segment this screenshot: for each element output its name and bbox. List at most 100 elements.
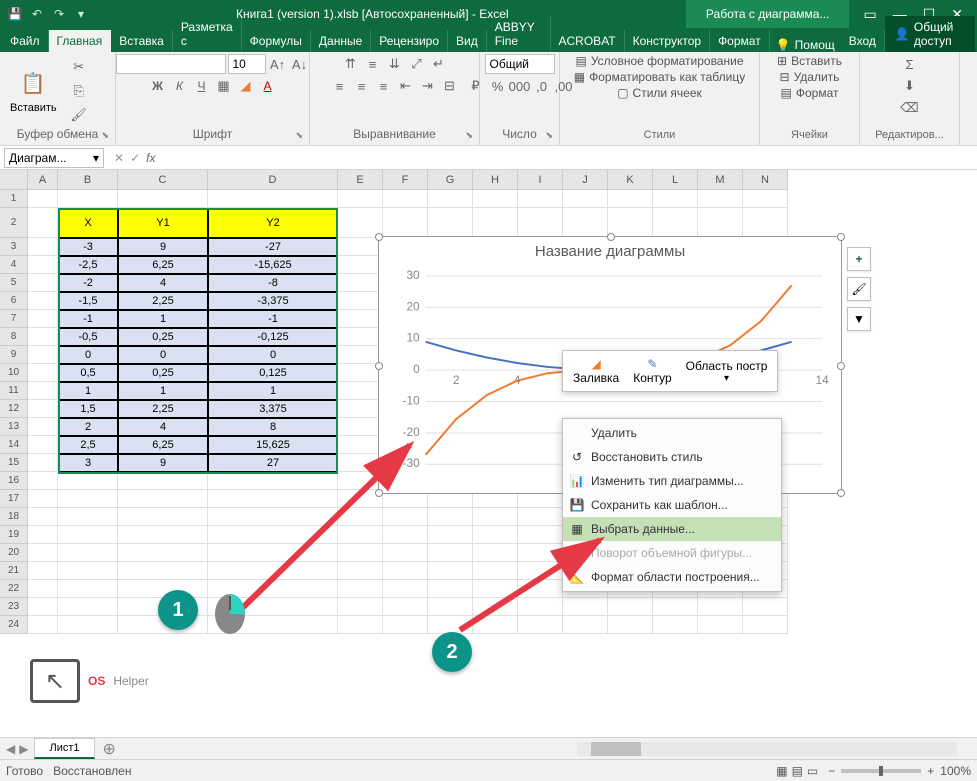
cell[interactable] [58,508,118,526]
cell[interactable] [118,508,208,526]
row-header[interactable]: 10 [0,364,28,382]
cell[interactable] [58,544,118,562]
font-color-icon[interactable]: A [258,76,278,96]
grid-area[interactable]: ABCDEFGHIJKLMN 1234567891011121314151617… [0,170,977,725]
row-header[interactable]: 1 [0,190,28,208]
font-name-combo[interactable] [116,54,226,74]
orientation-icon[interactable]: ⤢ [407,54,427,74]
row-header[interactable]: 3 [0,238,28,256]
cm-save-template[interactable]: 💾Сохранить как шаблон... [563,493,781,517]
cell[interactable]: 0,25 [118,364,208,382]
cut-icon[interactable]: ✂ [69,57,89,77]
zoom-value[interactable]: 100% [940,764,971,778]
zoom-in-icon[interactable]: + [927,764,934,778]
cell[interactable] [28,616,58,634]
name-box[interactable]: Диаграм...▾ [4,148,104,168]
cancel-icon[interactable]: ✕ [114,151,124,165]
cell[interactable]: 0,25 [118,328,208,346]
cell[interactable]: -3,375 [208,292,338,310]
col-header[interactable]: I [518,170,563,190]
cell[interactable]: 27 [208,454,338,472]
cell[interactable] [338,562,383,580]
tab-home[interactable]: Главная [49,30,112,52]
cell[interactable] [563,616,608,634]
cell[interactable] [58,472,118,490]
cell[interactable]: X [58,208,118,238]
cell[interactable] [383,598,428,616]
cell[interactable]: 0,5 [58,364,118,382]
col-header[interactable]: N [743,170,788,190]
cell[interactable] [338,328,383,346]
normal-view-icon[interactable]: ▦ [776,764,787,778]
cell[interactable]: -8 [208,274,338,292]
cell[interactable] [338,508,383,526]
cell[interactable] [28,454,58,472]
row-header[interactable]: 23 [0,598,28,616]
comma-icon[interactable]: 000 [510,76,530,96]
cell[interactable] [473,562,518,580]
sheet-next-icon[interactable]: ▶ [19,742,28,756]
undo-icon[interactable]: ↶ [28,5,46,23]
cell[interactable] [473,580,518,598]
cell[interactable]: -0,5 [58,328,118,346]
cell[interactable] [28,580,58,598]
col-header[interactable]: F [383,170,428,190]
tab-login[interactable]: Вход [841,30,885,52]
decrease-font-icon[interactable]: A↓ [290,54,310,74]
cell[interactable] [428,580,473,598]
cell[interactable]: 0,125 [208,364,338,382]
cell[interactable] [118,472,208,490]
row-header[interactable]: 6 [0,292,28,310]
cell[interactable]: 6,25 [118,256,208,274]
cm-delete[interactable]: Удалить [563,421,781,445]
cell[interactable] [338,472,383,490]
row-header[interactable]: 22 [0,580,28,598]
launcher-icon[interactable]: ⬊ [465,130,473,141]
cell[interactable] [698,190,743,208]
cell[interactable] [208,490,338,508]
cell[interactable]: 4 [118,418,208,436]
align-left-icon[interactable]: ≡ [330,76,350,96]
zoom-out-icon[interactable]: − [828,764,835,778]
cell[interactable]: 1 [208,382,338,400]
cell[interactable]: Y1 [118,208,208,238]
cell[interactable] [518,544,563,562]
inc-decimal-icon[interactable]: ,0 [532,76,552,96]
launcher-icon[interactable]: ⬊ [101,130,109,141]
cell[interactable] [28,598,58,616]
cell[interactable] [28,274,58,292]
cell[interactable] [518,616,563,634]
cell[interactable] [383,526,428,544]
row-header[interactable]: 5 [0,274,28,292]
currency-icon[interactable]: ₽ [466,76,486,96]
cell[interactable]: -3 [58,238,118,256]
cell[interactable] [383,580,428,598]
cell[interactable] [608,598,653,616]
row-header[interactable]: 18 [0,508,28,526]
cell[interactable]: 2 [58,418,118,436]
cell[interactable] [698,598,743,616]
mini-fill[interactable]: ◢Заливка [567,355,625,387]
tab-review[interactable]: Рецензиро [371,30,448,52]
redo-icon[interactable]: ↷ [50,5,68,23]
col-header[interactable]: C [118,170,208,190]
cell[interactable] [28,400,58,418]
cell[interactable] [28,544,58,562]
horizontal-scrollbar[interactable] [124,742,977,756]
cell[interactable] [473,508,518,526]
row-header[interactable]: 9 [0,346,28,364]
cell[interactable] [518,598,563,616]
row-header[interactable]: 17 [0,490,28,508]
fill-color-icon[interactable]: ◢ [236,76,256,96]
copy-icon[interactable]: ⎘ [69,81,89,101]
cell[interactable] [428,508,473,526]
cell[interactable] [338,544,383,562]
cell[interactable] [208,508,338,526]
cell[interactable] [28,436,58,454]
cell[interactable]: 9 [118,238,208,256]
cell[interactable] [473,544,518,562]
cell[interactable] [28,292,58,310]
tab-file[interactable]: Файл [2,30,49,52]
cell[interactable] [338,454,383,472]
sheet-tab[interactable]: Лист1 [34,738,94,759]
